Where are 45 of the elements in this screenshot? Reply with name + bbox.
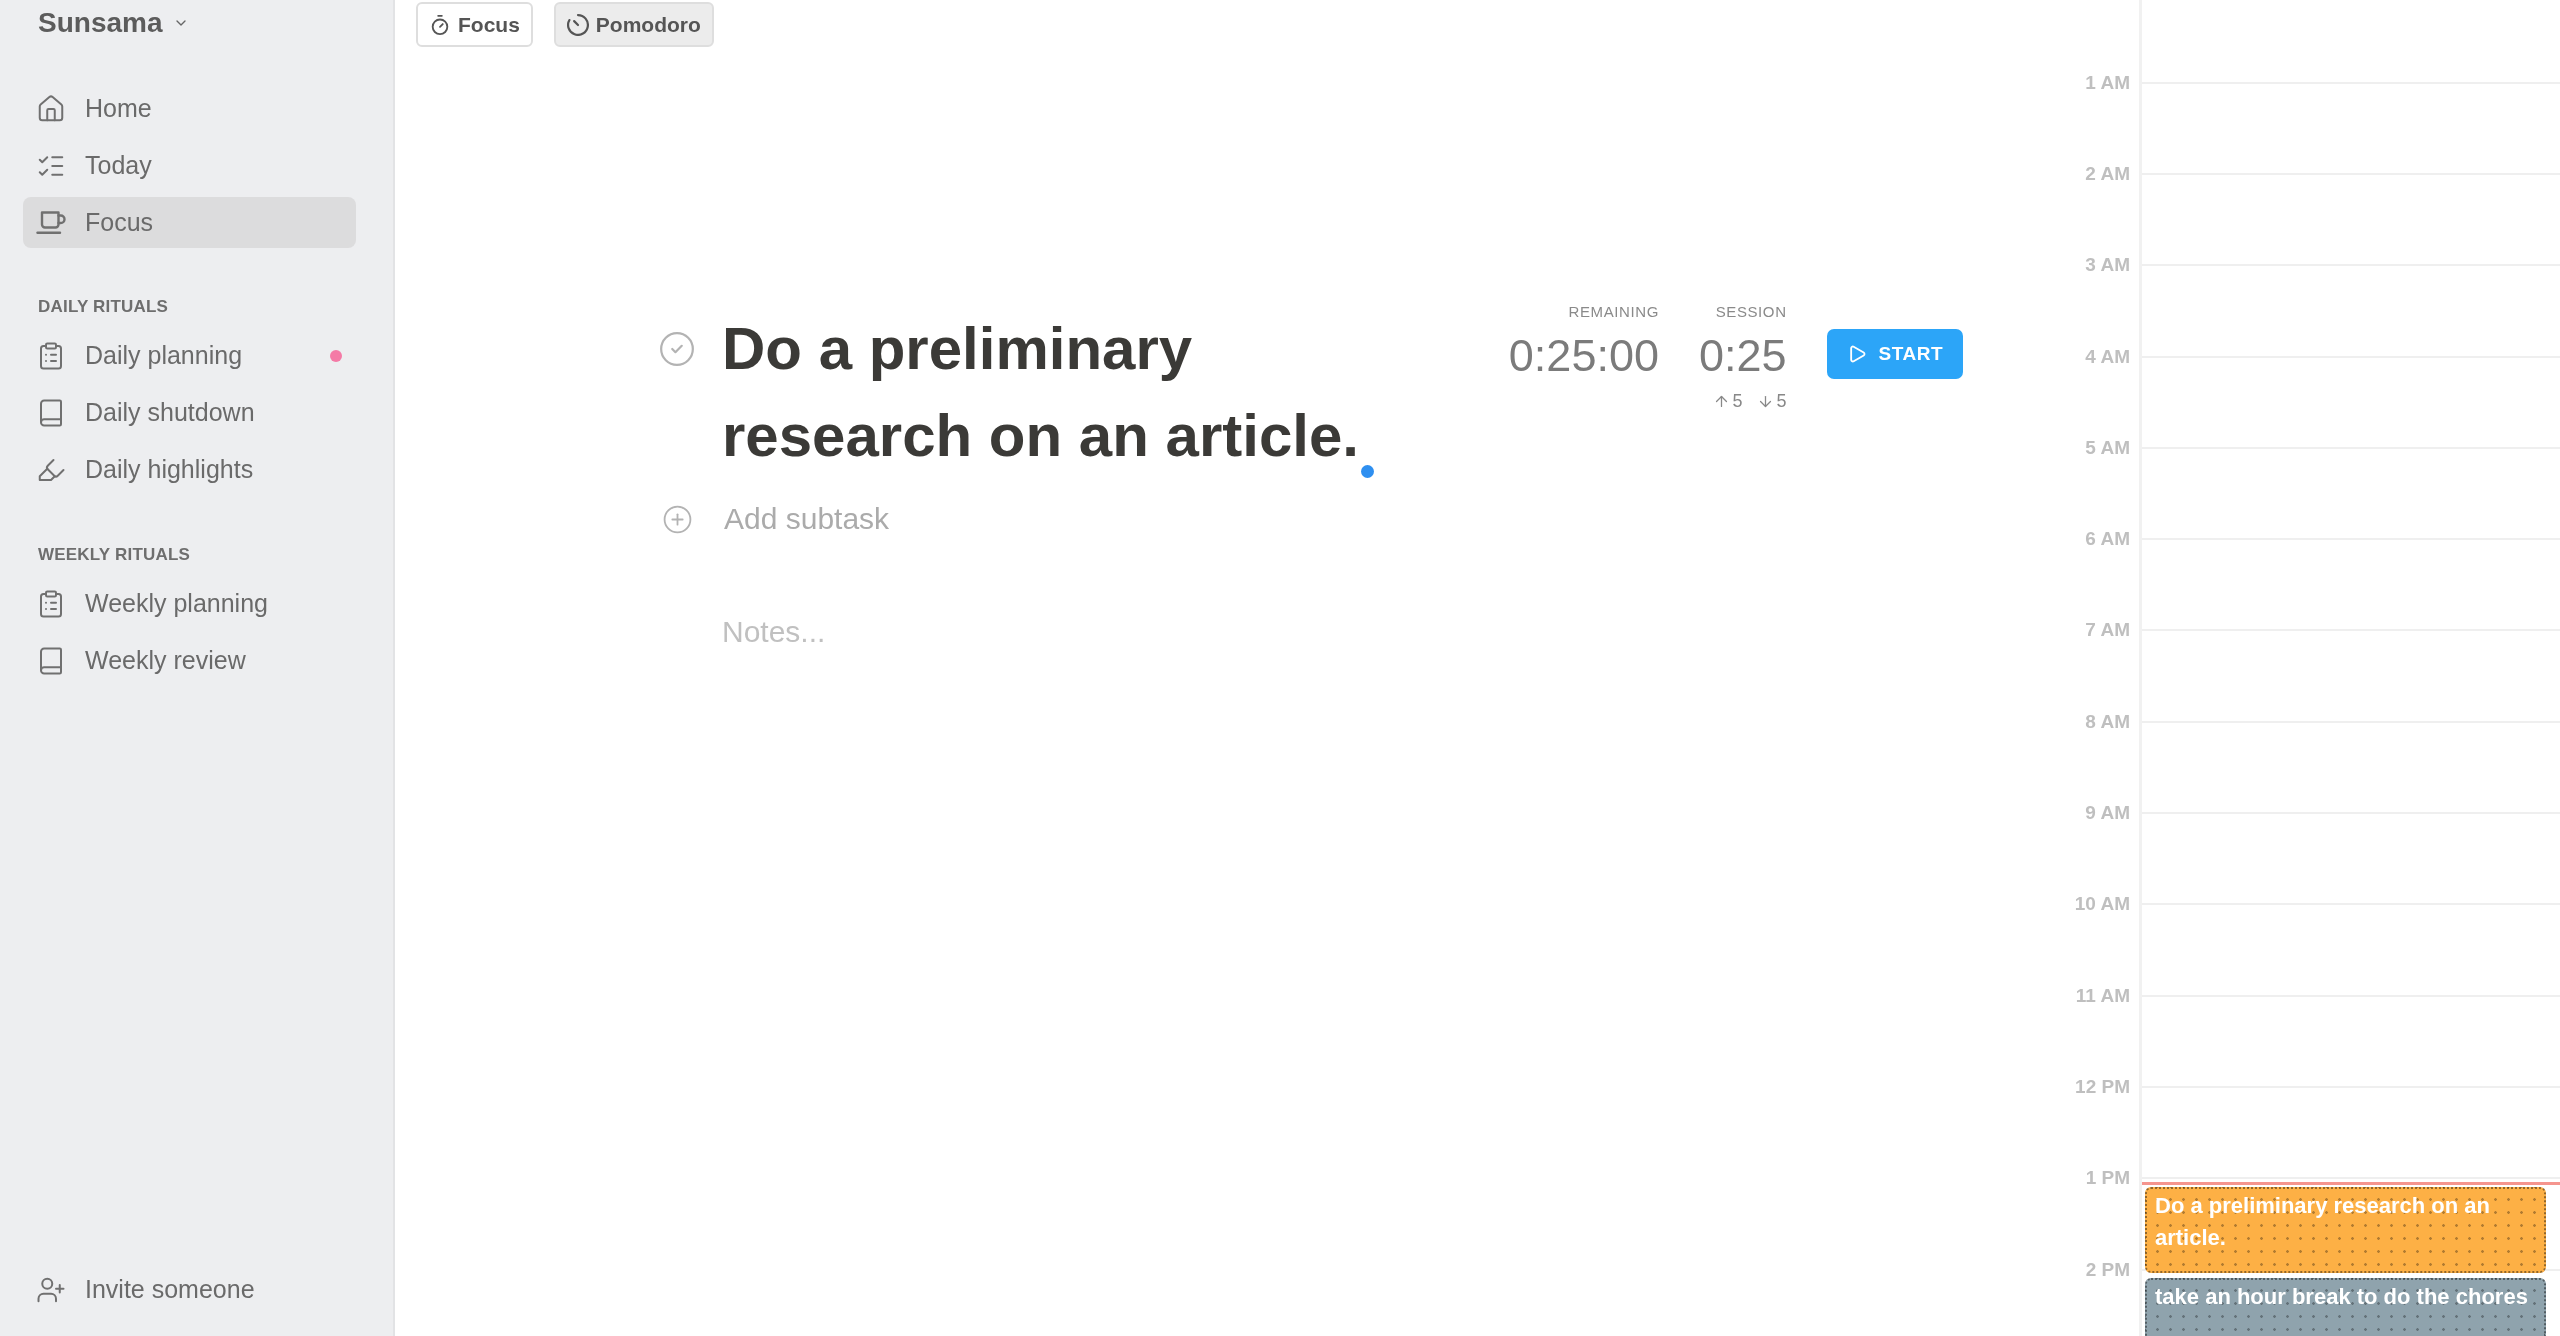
hour-label: 5 AM	[2085, 436, 2130, 459]
calendar-event[interactable]: take an hour break to do the chores	[2145, 1278, 2546, 1336]
hour-label: 3 AM	[2085, 254, 2130, 277]
hour-label: 11 AM	[2075, 984, 2130, 1007]
cup-icon	[36, 209, 66, 236]
ritual-item[interactable]: Daily highlights	[23, 444, 356, 495]
notes-field[interactable]: Notes...	[722, 612, 1362, 652]
timer-icon	[566, 13, 589, 36]
nav-item[interactable]: Today	[23, 140, 356, 191]
mode-tab[interactable]: Focus	[416, 2, 533, 47]
decrease-button[interactable]: 5	[1756, 390, 1787, 412]
ritual-item[interactable]: Daily planning	[23, 330, 356, 381]
hour-label: 9 AM	[2085, 802, 2130, 824]
hour-label: 4 AM	[2085, 345, 2130, 368]
section-heading: WEEKLY RITUALS	[38, 545, 191, 565]
start-button[interactable]: START	[1826, 329, 1963, 379]
home-icon	[36, 93, 66, 124]
remaining-time: 0:25:00	[1508, 330, 1659, 382]
plus-circle-icon	[662, 503, 693, 535]
workspace-menu[interactable]: Sunsama	[38, 6, 189, 40]
hour-label: 8 AM	[2085, 710, 2130, 733]
hour-label: 1 AM	[2085, 71, 2130, 94]
hour-label: 2 PM	[2085, 1258, 2130, 1281]
hour-label: 7 AM	[2085, 619, 2130, 642]
hour-label: 12 PM	[2075, 1075, 2130, 1098]
hour-label: 10 AM	[2074, 893, 2130, 916]
nav-item[interactable]: Focus	[23, 197, 356, 248]
ritual-item[interactable]: Weekly planning	[23, 578, 356, 629]
dot-icon	[1361, 465, 1374, 478]
session-label: SESSION	[1715, 303, 1787, 321]
remaining-label: REMAINING	[1568, 303, 1659, 321]
task-title: Do a preliminary research on an article.	[722, 315, 1359, 469]
nav-item[interactable]: Home	[23, 83, 356, 134]
check-circle-icon[interactable]	[658, 330, 696, 368]
invite-button[interactable]: Invite someone	[23, 1264, 356, 1315]
section-heading: DAILY RITUALS	[38, 297, 169, 317]
hour-label: 6 AM	[2085, 528, 2130, 551]
hour-label: 2 AM	[2085, 162, 2130, 185]
ritual-item[interactable]: Weekly review	[23, 635, 356, 686]
ritual-item[interactable]: Daily shutdown	[23, 387, 356, 438]
hour-label: 1 PM	[2085, 1167, 2130, 1190]
increase-button[interactable]: 5	[1712, 390, 1743, 412]
mode-tab[interactable]: Pomodoro	[553, 2, 714, 47]
stopwatch-icon	[429, 13, 451, 36]
session-length: 0:25	[1699, 330, 1787, 382]
